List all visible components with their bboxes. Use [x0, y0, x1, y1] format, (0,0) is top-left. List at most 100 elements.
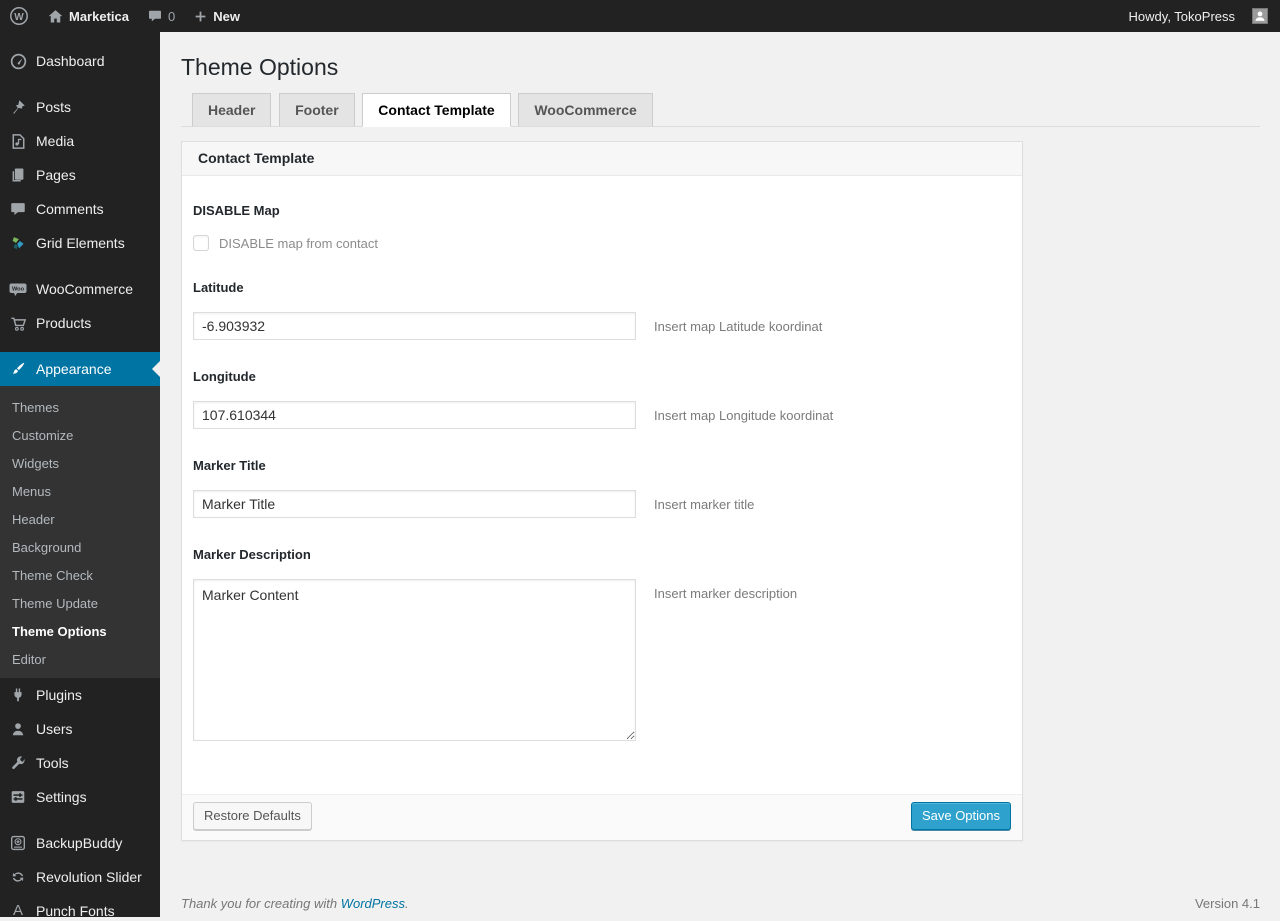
- marker-description-hint: Insert marker description: [654, 579, 797, 601]
- paintbrush-icon: [8, 359, 28, 379]
- sidebar-item-tools[interactable]: Tools: [0, 746, 160, 780]
- longitude-label: Longitude: [193, 369, 1007, 384]
- sidebar-item-woocommerce[interactable]: Woo WooCommerce: [0, 272, 160, 306]
- woocommerce-icon: Woo: [8, 279, 28, 299]
- sidebar-item-users[interactable]: Users: [0, 712, 160, 746]
- comments-bubble-icon: [147, 8, 163, 24]
- sidebar-item-pages[interactable]: Pages: [0, 158, 160, 192]
- svg-text:W: W: [14, 12, 24, 23]
- home-icon: [47, 8, 64, 25]
- sidebar-label: Users: [36, 721, 73, 737]
- dashboard-icon: [8, 51, 28, 71]
- latitude-input[interactable]: [193, 312, 636, 340]
- submenu-item-theme-update[interactable]: Theme Update: [0, 590, 160, 618]
- submenu-item-widgets[interactable]: Widgets: [0, 450, 160, 478]
- sidebar-item-media[interactable]: Media: [0, 124, 160, 158]
- sidebar-item-posts[interactable]: Posts: [0, 90, 160, 124]
- admin-bar-site-link[interactable]: Marketica: [38, 0, 138, 32]
- wrench-icon: [8, 753, 28, 773]
- disable-map-checkbox[interactable]: [193, 235, 209, 251]
- active-menu-arrow: [144, 361, 160, 377]
- restore-defaults-button[interactable]: Restore Defaults: [193, 802, 312, 830]
- submenu-item-theme-check[interactable]: Theme Check: [0, 562, 160, 590]
- submenu-item-theme-options[interactable]: Theme Options: [0, 618, 160, 646]
- sidebar-item-comments[interactable]: Comments: [0, 192, 160, 226]
- longitude-field: Longitude Insert map Longitude koordinat: [193, 369, 1007, 429]
- sidebar-item-settings[interactable]: Settings: [0, 780, 160, 814]
- new-content-link[interactable]: New: [184, 0, 249, 32]
- submenu-item-header[interactable]: Header: [0, 506, 160, 534]
- latitude-hint: Insert map Latitude koordinat: [654, 312, 822, 334]
- svg-text:Woo: Woo: [12, 287, 25, 293]
- sidebar-label: Pages: [36, 167, 76, 183]
- tab-header[interactable]: Header: [192, 93, 271, 127]
- wp-logo-menu[interactable]: W: [0, 0, 38, 32]
- sidebar-label: Products: [36, 315, 91, 331]
- footer-version: Version 4.1: [1195, 896, 1260, 911]
- sidebar-item-grid-elements[interactable]: Grid Elements: [0, 226, 160, 260]
- sidebar-label: Posts: [36, 99, 71, 115]
- sidebar-item-appearance[interactable]: Appearance: [0, 352, 160, 386]
- pages-icon: [8, 165, 28, 185]
- main-content: Theme Options Header Footer Contact Temp…: [160, 0, 1280, 921]
- sidebar-label: BackupBuddy: [36, 835, 122, 851]
- sidebar-item-backupbuddy[interactable]: BackupBuddy: [0, 826, 160, 860]
- howdy-text: Howdy, TokoPress: [1129, 9, 1235, 24]
- footer-thanks-period: .: [405, 896, 409, 911]
- pushpin-icon: [8, 97, 28, 117]
- comment-icon: [8, 199, 28, 219]
- avatar[interactable]: [1252, 8, 1268, 24]
- submenu-item-menus[interactable]: Menus: [0, 478, 160, 506]
- submenu-item-editor[interactable]: Editor: [0, 646, 160, 674]
- theme-options-tabs: Header Footer Contact Template WooCommer…: [181, 93, 1260, 127]
- admin-sidebar: Dashboard Posts Media Pages Comments Gri…: [0, 32, 160, 917]
- marker-title-input[interactable]: [193, 490, 636, 518]
- tab-woocommerce[interactable]: WooCommerce: [518, 93, 652, 127]
- tab-footer[interactable]: Footer: [279, 93, 355, 127]
- sidebar-label: Revolution Slider: [36, 869, 142, 885]
- wordpress-link[interactable]: WordPress: [341, 896, 405, 911]
- wordpress-logo-icon: W: [9, 6, 29, 26]
- refresh-arrows-icon: [8, 867, 28, 887]
- marker-description-label: Marker Description: [193, 547, 1007, 562]
- sidebar-label: Comments: [36, 201, 104, 217]
- sidebar-label: Grid Elements: [36, 235, 125, 251]
- longitude-hint: Insert map Longitude koordinat: [654, 401, 833, 423]
- marker-description-textarea[interactable]: Marker Content: [193, 579, 636, 741]
- sidebar-label: Settings: [36, 789, 87, 805]
- latitude-label: Latitude: [193, 280, 1007, 295]
- panel-footer: Restore Defaults Save Options: [182, 794, 1022, 840]
- settings-sliders-icon: [8, 787, 28, 807]
- footer-thanks: Thank you for creating with WordPress.: [181, 896, 409, 911]
- save-options-button[interactable]: Save Options: [911, 802, 1011, 830]
- marker-title-field: Marker Title Insert marker title: [193, 458, 1007, 518]
- sidebar-label: Plugins: [36, 687, 82, 703]
- grid-elements-icon: [8, 233, 28, 253]
- disable-map-checkbox-label: DISABLE map from contact: [219, 236, 378, 251]
- comment-count: 0: [168, 9, 175, 24]
- submenu-item-themes[interactable]: Themes: [0, 394, 160, 422]
- sidebar-item-plugins[interactable]: Plugins: [0, 678, 160, 712]
- sidebar-item-revolution-slider[interactable]: Revolution Slider: [0, 860, 160, 894]
- sidebar-label: Media: [36, 133, 74, 149]
- page-footer: Thank you for creating with WordPress. V…: [181, 896, 1260, 921]
- marker-title-label: Marker Title: [193, 458, 1007, 473]
- admin-bar-comments[interactable]: 0: [138, 0, 184, 32]
- sidebar-item-products[interactable]: Products: [0, 306, 160, 340]
- user-icon: [8, 719, 28, 739]
- latitude-field: Latitude Insert map Latitude koordinat: [193, 280, 1007, 340]
- plugin-icon: [8, 685, 28, 705]
- tab-contact-template[interactable]: Contact Template: [362, 93, 510, 127]
- sidebar-label: Tools: [36, 755, 69, 771]
- sidebar-label: WooCommerce: [36, 281, 133, 297]
- panel-title: Contact Template: [182, 142, 1022, 176]
- submenu-item-customize[interactable]: Customize: [0, 422, 160, 450]
- submenu-item-background[interactable]: Background: [0, 534, 160, 562]
- site-name: Marketica: [69, 9, 129, 24]
- marker-description-field: Marker Description Marker Content Insert…: [193, 547, 1007, 741]
- disable-map-label: DISABLE Map: [193, 203, 1007, 218]
- longitude-input[interactable]: [193, 401, 636, 429]
- disable-map-field: DISABLE Map DISABLE map from contact: [193, 203, 1007, 251]
- howdy-link[interactable]: Howdy, TokoPress: [1120, 0, 1244, 32]
- sidebar-item-dashboard[interactable]: Dashboard: [0, 44, 160, 78]
